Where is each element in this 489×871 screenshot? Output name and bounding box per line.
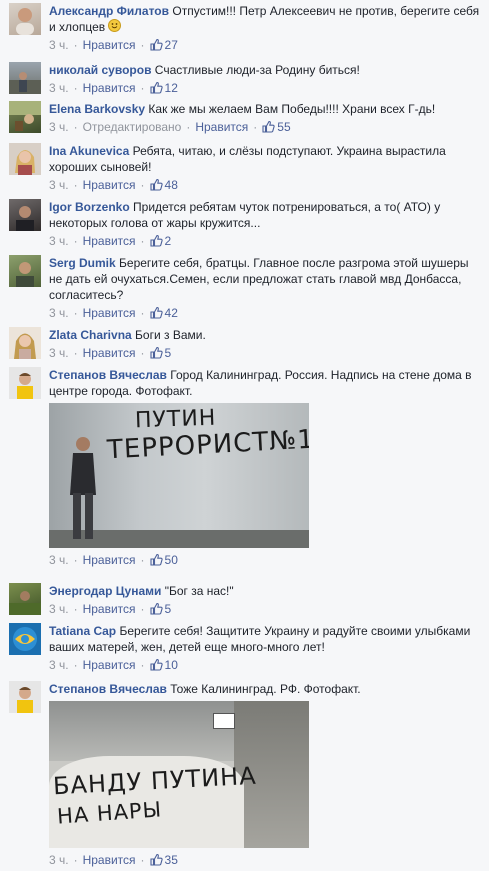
thumbs-up-icon — [149, 81, 163, 98]
like-button[interactable]: Нравится — [83, 81, 136, 95]
graffiti-text: ТЕРРОРИСТ№1 — [106, 424, 309, 466]
like-count[interactable]: 10 — [149, 658, 178, 675]
thumbs-up-icon — [149, 178, 163, 195]
comment-author[interactable]: Энергодар Цунами — [49, 584, 161, 598]
graffiti-text: ПУТИН — [134, 405, 217, 434]
avatar[interactable] — [9, 62, 41, 94]
avatar[interactable] — [9, 143, 41, 175]
edited-label[interactable]: Отредактировано — [83, 120, 182, 134]
comment-text: Тоже Калининград. РФ. Фотофакт. — [170, 682, 361, 696]
comment-timestamp[interactable]: 3 ч. — [49, 346, 69, 360]
person-figure — [70, 437, 96, 539]
comment-timestamp[interactable]: 3 ч. — [49, 602, 69, 616]
like-count[interactable]: 48 — [149, 178, 178, 195]
avatar[interactable] — [9, 327, 41, 359]
like-button[interactable]: Нравится — [83, 178, 136, 192]
attached-photo[interactable]: БАНДУ ПУТИНА НА НАРЫ — [49, 701, 309, 848]
comment-author[interactable]: Ina Akunevica — [49, 144, 129, 158]
avatar[interactable] — [9, 681, 41, 713]
attached-photo[interactable]: ПУТИН ТЕРРОРИСТ№1 — [49, 403, 309, 548]
avatar[interactable] — [9, 3, 41, 35]
like-count[interactable]: 2 — [149, 234, 171, 251]
thumbs-up-icon — [262, 120, 275, 137]
like-button[interactable]: Нравится — [83, 38, 136, 52]
smile-icon — [108, 19, 122, 32]
comment-timestamp[interactable]: 3 ч. — [49, 853, 69, 867]
like-count[interactable]: 55 — [262, 120, 291, 137]
avatar[interactable] — [9, 583, 41, 615]
like-count[interactable]: 5 — [149, 346, 171, 363]
comment-text: Как же мы желаем Вам Победы!!!! Храни вс… — [148, 102, 436, 116]
comment-author[interactable]: Степанов Вячеслав — [49, 682, 167, 696]
street-sign — [213, 713, 235, 729]
like-count[interactable]: 42 — [149, 306, 178, 323]
thumbs-up-icon — [149, 602, 163, 619]
like-button[interactable]: Нравится — [83, 234, 136, 248]
comment-author[interactable]: николай суворов — [49, 63, 151, 77]
comment-timestamp[interactable]: 3 ч. — [49, 81, 69, 95]
like-button[interactable]: Нравится — [83, 602, 136, 616]
like-count[interactable]: 50 — [149, 553, 178, 570]
comment-author[interactable]: Степанов Вячеслав — [49, 368, 167, 382]
like-button[interactable]: Нравится — [83, 306, 136, 320]
thumbs-up-icon — [149, 658, 163, 675]
like-button[interactable]: Нравится — [83, 346, 136, 360]
avatar[interactable] — [9, 255, 41, 287]
comment-text: "Бог за нас!" — [164, 584, 234, 598]
comment-timestamp[interactable]: 3 ч. — [49, 178, 69, 192]
avatar[interactable] — [9, 367, 41, 399]
comment-text: Счастливые люди-за Родину биться! — [154, 63, 360, 77]
like-button[interactable]: Нравится — [83, 553, 136, 567]
thumbs-up-icon — [149, 234, 163, 251]
like-button[interactable]: Нравится — [83, 853, 136, 867]
comment-author[interactable]: Tatiana Cap — [49, 624, 116, 638]
comment-text: Боги з Вами. — [135, 328, 206, 342]
like-button[interactable]: Нравится — [195, 120, 248, 134]
graffiti-text: БАНДУ ПУТИНА — [52, 761, 258, 801]
comment-timestamp[interactable]: 3 ч. — [49, 658, 69, 672]
thumbs-up-icon — [149, 306, 163, 323]
comment-timestamp[interactable]: 3 ч. — [49, 306, 69, 320]
like-count[interactable]: 27 — [149, 38, 178, 55]
thumbs-up-icon — [149, 38, 163, 55]
like-count[interactable]: 35 — [149, 853, 178, 870]
avatar[interactable] — [9, 199, 41, 231]
thumbs-up-icon — [149, 553, 163, 570]
avatar[interactable] — [9, 101, 41, 133]
comment-author[interactable]: Александр Филатов — [49, 4, 169, 18]
graffiti-text: НА НАРЫ — [56, 797, 163, 829]
comment-author[interactable]: Serg Dumik — [49, 256, 116, 270]
like-count[interactable]: 12 — [149, 81, 178, 98]
thumbs-up-icon — [149, 853, 163, 870]
comment-timestamp[interactable]: 3 ч. — [49, 120, 69, 134]
comment-author[interactable]: Igor Borzenko — [49, 200, 130, 214]
comment-author[interactable]: Zlata Charivna — [49, 328, 132, 342]
like-count[interactable]: 5 — [149, 602, 171, 619]
comment-author[interactable]: Elena Barkovsky — [49, 102, 145, 116]
comment-timestamp[interactable]: 3 ч. — [49, 38, 69, 52]
comment-timestamp[interactable]: 3 ч. — [49, 234, 69, 248]
avatar[interactable] — [9, 623, 41, 655]
comment-timestamp[interactable]: 3 ч. — [49, 553, 69, 567]
like-button[interactable]: Нравится — [83, 658, 136, 672]
thumbs-up-icon — [149, 346, 163, 363]
